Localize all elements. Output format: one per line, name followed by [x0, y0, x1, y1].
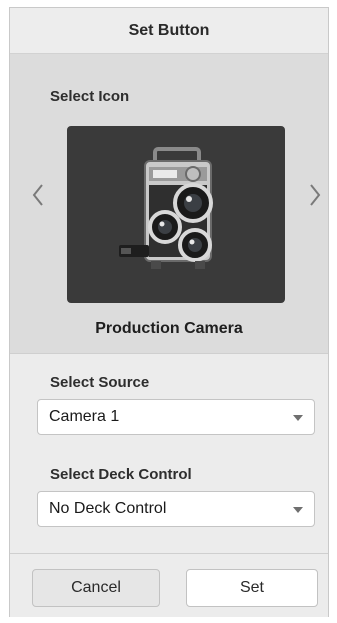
select-deck-control-label: Select Deck Control — [50, 466, 192, 483]
camera-icon — [119, 146, 213, 269]
deck-control-select-value: No Deck Control — [49, 500, 167, 517]
set-button-dialog: Set Button Select Icon Production Camera… — [9, 7, 329, 617]
icon-picker-section: Select Icon Production Camera — [10, 54, 328, 354]
source-select-value: Camera 1 — [49, 408, 120, 425]
cancel-button[interactable]: Cancel — [32, 569, 160, 607]
source-select[interactable]: Camera 1 — [37, 399, 315, 435]
select-source-label: Select Source — [50, 374, 150, 391]
dialog-title: Set Button — [10, 8, 328, 54]
selected-icon-name: Production Camera — [95, 320, 243, 337]
dropdown-arrow-icon — [293, 415, 303, 421]
set-button[interactable]: Set — [186, 569, 318, 607]
next-icon-button[interactable] — [303, 175, 327, 215]
deck-control-select[interactable]: No Deck Control — [37, 491, 315, 527]
previous-icon-button[interactable] — [26, 175, 50, 215]
dropdown-arrow-icon — [293, 507, 303, 513]
select-icon-label: Select Icon — [50, 88, 130, 105]
dialog-footer: Cancel Set — [10, 553, 328, 617]
selected-icon-tile[interactable] — [67, 126, 285, 303]
chevron-left-icon — [32, 184, 43, 206]
chevron-right-icon — [310, 184, 321, 206]
